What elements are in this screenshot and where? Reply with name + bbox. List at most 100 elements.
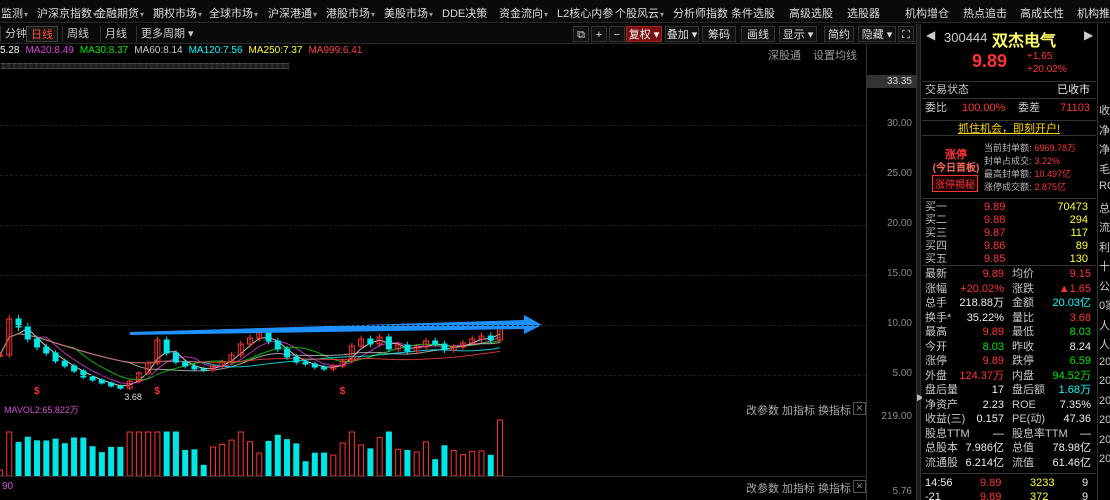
chart-toolbar: 分钟 日线 周线 月线 更多周期 ▾ ⧉ + − 复权 ▾ 叠加 ▾ 筹码 画线 显示 … bbox=[0, 24, 918, 44]
y-tick-2: 20.00 bbox=[886, 218, 912, 229]
f10-label: 利 bbox=[1099, 241, 1110, 254]
candle-body bbox=[404, 344, 411, 352]
volume-bar bbox=[487, 454, 494, 476]
grid-line bbox=[0, 375, 866, 376]
open-account-promo[interactable]: 抓住机会，即刻开户! bbox=[922, 120, 1096, 136]
shengang-link[interactable]: 深股通 bbox=[768, 47, 801, 63]
bid-row[interactable]: 买三 9.87 117 bbox=[922, 227, 1096, 240]
ma-settings-link[interactable]: 设置均线 bbox=[813, 47, 857, 63]
nav-12[interactable]: 分析师指数 bbox=[673, 5, 728, 21]
nav-13[interactable]: 条件选股 bbox=[731, 5, 775, 21]
nav-18[interactable]: 高成长性 bbox=[1020, 5, 1064, 21]
nav-5[interactable]: 沪深港通▾ bbox=[268, 5, 317, 21]
zoom-out-button[interactable]: − bbox=[609, 26, 625, 42]
ma-item-2: MA30:8.37 bbox=[79, 45, 129, 56]
stat-label: 昨收 bbox=[1012, 340, 1034, 353]
vol-change-param-link[interactable]: 改参数 bbox=[746, 402, 779, 418]
stat-row: 涨停 9.89 跌停 6.59 bbox=[922, 354, 1096, 368]
simple-button[interactable]: 简约 bbox=[824, 26, 854, 42]
stat-row: 总股本 7.986亿 总值 78.98亿 bbox=[922, 441, 1096, 455]
nav-1[interactable]: 沪深京指数▾ bbox=[37, 5, 97, 21]
overlay-button[interactable]: 叠加 ▾ bbox=[665, 26, 699, 42]
quote-header: ◀ 300444 双杰电气 ▶ 9.89 +1.65 +20.02% bbox=[922, 24, 1096, 82]
volume-bar bbox=[24, 436, 31, 476]
bid-qty: 89 bbox=[1075, 240, 1088, 252]
f10-label: 净 bbox=[1099, 124, 1110, 137]
nav-0[interactable]: 监测▾ bbox=[1, 5, 28, 21]
nav-label: 高成长性 bbox=[1020, 8, 1064, 20]
nav-8[interactable]: DDE决策 bbox=[442, 5, 487, 21]
nav-15[interactable]: 选股器 bbox=[847, 5, 880, 21]
draw-line-button[interactable]: 画线 bbox=[741, 26, 775, 42]
bid-row[interactable]: 买四 9.86 89 bbox=[922, 240, 1096, 253]
volume-bar bbox=[256, 452, 263, 476]
ind-switch-indicator-link[interactable]: 换指标 bbox=[818, 480, 851, 496]
f10-label: 人 bbox=[1099, 319, 1110, 332]
bid-row[interactable]: 买一 9.89 70473 bbox=[922, 201, 1096, 214]
stat-label: 涨幅 bbox=[925, 282, 947, 295]
f10-label: 流 bbox=[1099, 222, 1110, 234]
y-tick-1: 25.00 bbox=[886, 168, 912, 179]
volume-bar bbox=[293, 443, 300, 476]
nav-9[interactable]: 资金流向▾ bbox=[499, 5, 548, 21]
nav-19[interactable]: 机构推 bbox=[1077, 5, 1110, 21]
f10-label: 20 bbox=[1099, 355, 1110, 368]
nav-17[interactable]: 热点追击 bbox=[963, 5, 1007, 21]
candle-body bbox=[432, 340, 439, 345]
limit-up-reveal-button[interactable]: 涨停揭秘 bbox=[932, 175, 978, 192]
bid-row[interactable]: 买二 9.88 294 bbox=[922, 214, 1096, 227]
nav-7[interactable]: 美股市场▾ bbox=[384, 5, 433, 21]
nav-16[interactable]: 机构增仓 bbox=[905, 5, 949, 21]
vol-close-icon[interactable]: ✕ bbox=[853, 402, 866, 415]
period-tab-1[interactable]: 日线 bbox=[26, 26, 58, 42]
panel-divider[interactable] bbox=[916, 24, 921, 500]
price-chart[interactable]: 3.68 $ $ $ bbox=[0, 75, 866, 400]
volume-bar bbox=[348, 431, 355, 476]
fullscreen-icon[interactable]: ⛶ bbox=[898, 26, 914, 42]
volume-bar bbox=[172, 431, 179, 476]
nav-11[interactable]: 个股风云▾ bbox=[615, 5, 664, 21]
ind-change-param-link[interactable]: 改参数 bbox=[746, 480, 779, 496]
candle-body bbox=[284, 348, 291, 358]
prev-stock-icon[interactable]: ◀ bbox=[926, 28, 935, 42]
nav-label: 机构推 bbox=[1077, 8, 1110, 20]
candle-body bbox=[43, 346, 50, 354]
hide-button[interactable]: 隐藏 ▾ bbox=[858, 26, 896, 42]
ind-add-indicator-link[interactable]: 加指标 bbox=[782, 480, 815, 496]
period-tab-3[interactable]: 月线 bbox=[100, 26, 131, 42]
stat-row: 净资产 2.23 ROE 7.35% bbox=[922, 398, 1096, 412]
volume-chart[interactable] bbox=[0, 418, 866, 476]
limit-row-1: 封单占成交: 3.22% bbox=[984, 154, 1060, 167]
bid-price: 9.88 bbox=[984, 214, 1006, 226]
nav-3[interactable]: 期权市场▾ bbox=[153, 5, 202, 21]
fuquan-button[interactable]: 复权 ▾ bbox=[626, 26, 662, 42]
stat-value: +20.02% bbox=[960, 282, 1004, 295]
candle-body bbox=[385, 336, 392, 350]
volume-bar bbox=[43, 440, 50, 476]
zoom-in-button[interactable]: + bbox=[591, 26, 607, 42]
volume-bar bbox=[395, 448, 402, 476]
display-button[interactable]: 显示 ▾ bbox=[779, 26, 817, 42]
stat-row: 流通股 6.214亿 流值 61.46亿 bbox=[922, 456, 1096, 470]
top-navigation: 监测▾ 沪深京指数▾ 金融期货▾ 期权市场▾ 全球市场▾ 沪深港通▾ 港股市场▾ 美股市场▾ D… bbox=[0, 0, 1110, 23]
period-tab-2[interactable]: 周线 bbox=[62, 26, 93, 42]
candle-body bbox=[200, 368, 207, 371]
volume-bar bbox=[34, 440, 41, 476]
layout-icon[interactable]: ⧉ bbox=[573, 26, 589, 42]
volume-bar bbox=[311, 452, 318, 476]
nav-4[interactable]: 全球市场▾ bbox=[209, 5, 258, 21]
vol-switch-indicator-link[interactable]: 换指标 bbox=[818, 402, 851, 418]
ind-close-icon[interactable]: ✕ bbox=[853, 480, 866, 493]
next-stock-icon[interactable]: ▶ bbox=[1084, 28, 1093, 42]
stat-label: 外盘 bbox=[925, 369, 947, 382]
nav-10[interactable]: L2核心内参 bbox=[557, 5, 613, 21]
stat-label: 金额 bbox=[1012, 297, 1034, 309]
nav-2[interactable]: 金融期货▾ bbox=[95, 5, 144, 21]
stat-value: 0.157 bbox=[976, 413, 1004, 425]
nav-6[interactable]: 港股市场▾ bbox=[326, 5, 375, 21]
nav-14[interactable]: 高级选股 bbox=[789, 5, 833, 21]
vol-add-indicator-link[interactable]: 加指标 bbox=[782, 402, 815, 418]
volume-bar bbox=[219, 443, 226, 476]
chips-button[interactable]: 筹码 bbox=[702, 26, 736, 42]
period-tab-4[interactable]: 更多周期 ▾ bbox=[136, 26, 198, 42]
